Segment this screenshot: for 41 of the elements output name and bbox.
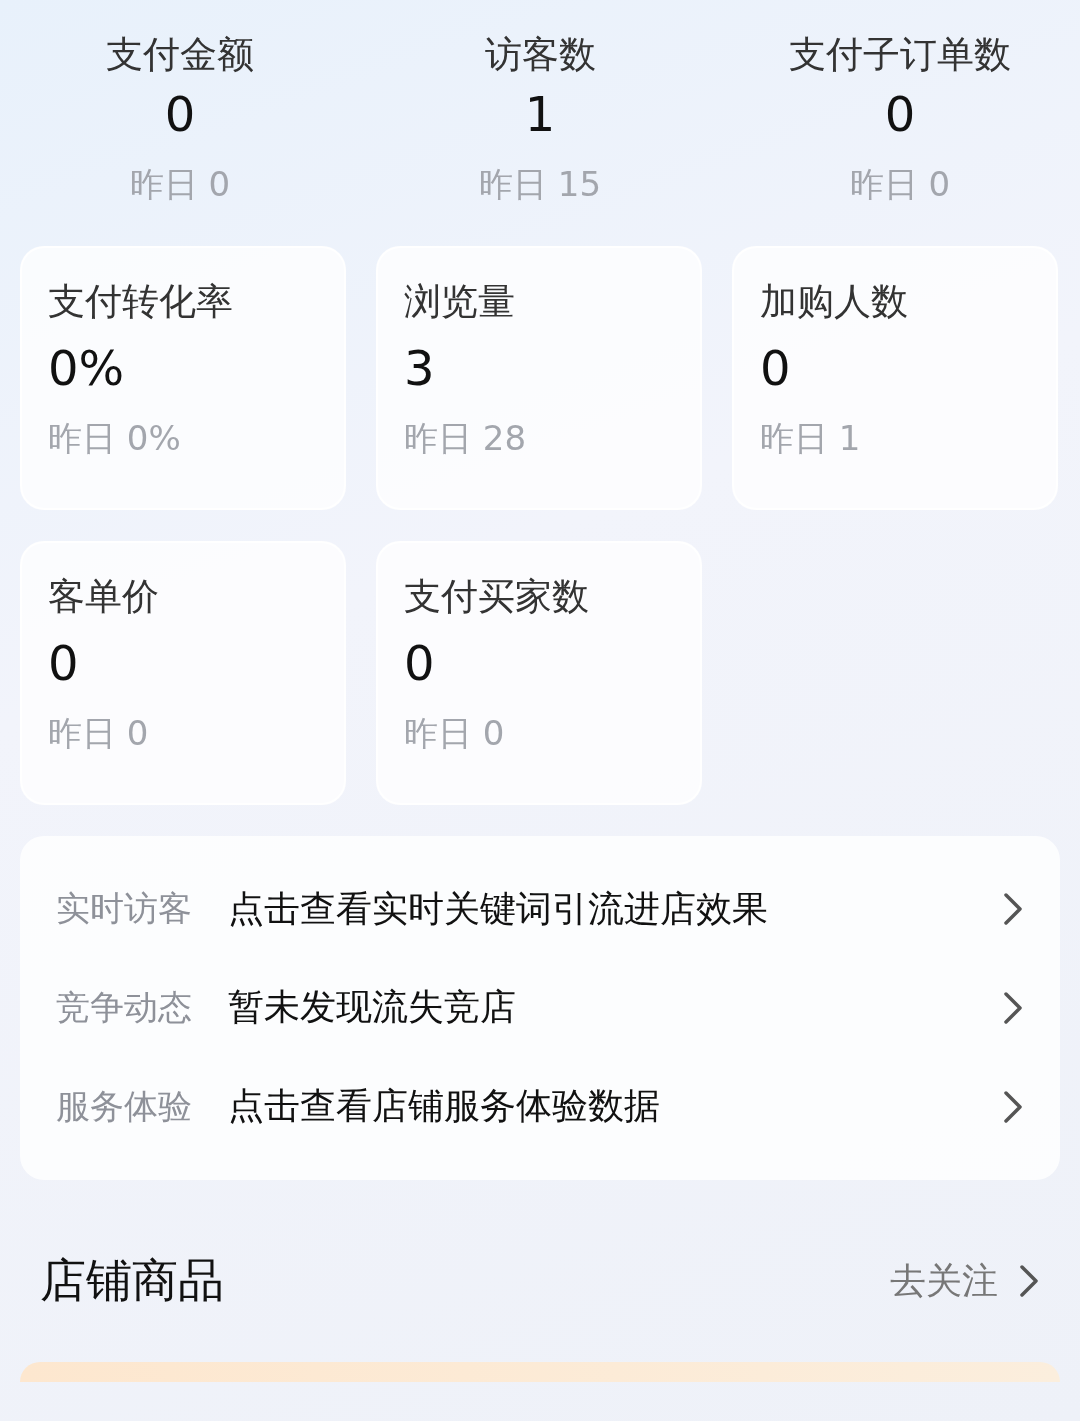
yesterday-value: 昨日 0 bbox=[48, 712, 150, 755]
stat-label: 支付金额 bbox=[106, 32, 254, 78]
yesterday-value: 昨日 0 bbox=[129, 163, 231, 206]
yesterday-value: 昨日 0 bbox=[849, 163, 951, 206]
metric-label: 支付买家数 bbox=[404, 574, 590, 620]
insight-link[interactable]: 点击查看店铺服务体验数据 bbox=[228, 1082, 1002, 1132]
yesterday-value: 昨日 1 bbox=[760, 417, 862, 460]
chevron-right-icon bbox=[1018, 1263, 1040, 1299]
stat-value: 0 bbox=[884, 85, 916, 144]
stat-label: 访客数 bbox=[484, 32, 596, 78]
metric-value: 3 bbox=[404, 339, 436, 398]
metric-value: 0 bbox=[48, 634, 80, 693]
follow-link[interactable]: 去关注 bbox=[890, 1256, 998, 1306]
metric-label: 浏览量 bbox=[404, 279, 516, 325]
stat-label: 支付子订单数 bbox=[789, 32, 1011, 78]
metric-label: 客单价 bbox=[48, 574, 160, 620]
insight-label: 竞争动态 bbox=[56, 986, 193, 1029]
metric-value: 0 bbox=[760, 339, 792, 398]
chevron-right-icon bbox=[1002, 990, 1024, 1026]
metric-card[interactable]: 加购人数 0 昨日 1 bbox=[732, 246, 1058, 510]
section-title: 店铺商品 bbox=[40, 1252, 224, 1309]
chevron-right-icon bbox=[1002, 891, 1024, 928]
yesterday-value: 昨日 15 bbox=[478, 163, 602, 206]
metric-label: 支付转化率 bbox=[48, 279, 234, 325]
stat-value: 1 bbox=[524, 85, 556, 144]
insight-label: 实时访客 bbox=[56, 887, 193, 931]
metric-card[interactable]: 浏览量 3 昨日 28 bbox=[376, 246, 702, 510]
stat-value: 0 bbox=[164, 85, 196, 144]
metric-value: 0 bbox=[404, 634, 436, 693]
metric-card[interactable]: 支付买家数 0 昨日 0 bbox=[376, 541, 702, 805]
metric-card[interactable]: 客单价 0 昨日 0 bbox=[20, 541, 346, 805]
metric-label: 加购人数 bbox=[760, 279, 909, 325]
yesterday-value: 昨日 0 bbox=[404, 712, 506, 755]
insight-link[interactable]: 点击查看实时关键词引流进店效果 bbox=[228, 884, 1002, 934]
insight-link[interactable]: 暂未发现流失竞店 bbox=[228, 983, 1002, 1033]
yesterday-value: 昨日 28 bbox=[404, 417, 528, 460]
chevron-right-icon bbox=[1002, 1088, 1024, 1125]
insight-label: 服务体验 bbox=[56, 1084, 193, 1128]
yesterday-value: 昨日 0% bbox=[48, 417, 182, 460]
metric-card[interactable]: 支付转化率 0% 昨日 0% bbox=[20, 246, 346, 510]
metric-value: 0% bbox=[48, 339, 126, 398]
